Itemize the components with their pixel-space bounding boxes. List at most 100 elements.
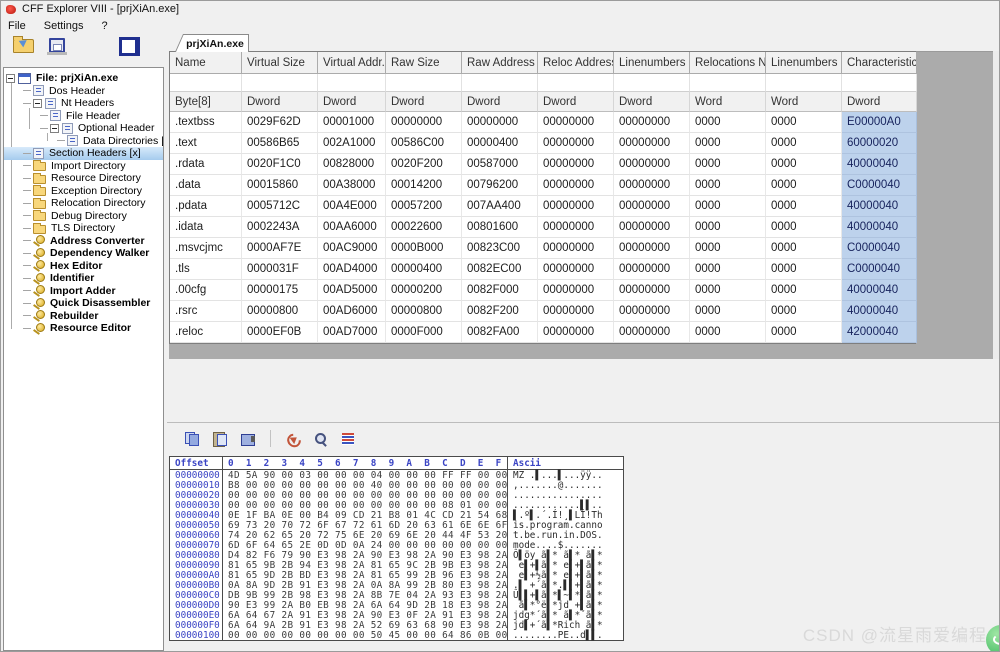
hex-ascii[interactable]: is.program.canno [508, 520, 622, 530]
table-cell[interactable]: 0082F200 [462, 301, 538, 322]
table-cell[interactable]: 0000 [766, 175, 842, 196]
table-cell[interactable]: 0020F200 [386, 154, 462, 175]
table-cell[interactable]: 0000 [690, 196, 766, 217]
hex-ascii[interactable]: MZ .▌...▌...ÿÿ.. [508, 470, 622, 480]
table-cell[interactable]: 00000000 [538, 112, 614, 133]
hex-bytes[interactable]: 0A 8A 9D 2B 91 E3 98 2A 0A 8A 99 2B 80 E… [223, 580, 508, 590]
table-cell[interactable]: 00823C00 [462, 238, 538, 259]
table-cell[interactable]: 00000000 [614, 280, 690, 301]
table-cell[interactable]: 0000 [690, 259, 766, 280]
table-cell[interactable]: 40000040 [842, 217, 917, 238]
table-cell[interactable]: C0000040 [842, 259, 917, 280]
tree-item-import-directory[interactable]: Import Directory [4, 160, 163, 173]
table-cell[interactable]: 00000400 [462, 133, 538, 154]
hex-ascii[interactable]: ,.......@....... [508, 480, 622, 490]
hex-bytes[interactable]: B8 00 00 00 00 00 00 00 40 00 00 00 00 0… [223, 480, 508, 490]
tree-item-resource-directory[interactable]: Resource Directory [4, 172, 163, 185]
table-cell[interactable]: .00cfg [170, 280, 242, 301]
table-cell[interactable]: 00000000 [538, 196, 614, 217]
table-cell[interactable]: 00796200 [462, 175, 538, 196]
hex-ascii[interactable]: Ô▌öy ã▌* ã▌* ã▌* [508, 550, 622, 560]
hex-ascii[interactable]: jdg*´ã▌* ã▌*´ã▌* [508, 610, 622, 620]
table-cell[interactable]: .pdata [170, 196, 242, 217]
table-cell[interactable]: 00000000 [614, 259, 690, 280]
copy-icon[interactable] [185, 432, 199, 446]
table-cell[interactable]: 00000000 [614, 175, 690, 196]
table-cell[interactable]: E00000A0 [842, 112, 917, 133]
table-cell[interactable]: 00000000 [614, 301, 690, 322]
search-icon[interactable] [314, 432, 328, 446]
table-cell[interactable]: 00AC9000 [318, 238, 386, 259]
table-cell[interactable]: 0002243A [242, 217, 318, 238]
table-cell[interactable]: 00000000 [538, 322, 614, 343]
table-cell[interactable]: 0000 [766, 133, 842, 154]
table-cell[interactable]: 00000000 [538, 154, 614, 175]
table-cell[interactable]: 00000175 [242, 280, 318, 301]
tree-item-optional-header[interactable]: Optional Header [4, 122, 163, 135]
table-cell[interactable]: .tls [170, 259, 242, 280]
hex-bytes[interactable]: 6A 64 9A 2B 91 E3 98 2A 52 69 63 68 90 E… [223, 620, 508, 630]
table-cell[interactable]: 00000000 [538, 280, 614, 301]
hex-bytes[interactable]: D4 82 F6 79 90 E3 98 2A 90 E3 98 2A 90 E… [223, 550, 508, 560]
table-cell[interactable]: 0005712C [242, 196, 318, 217]
tree-item-dos-header[interactable]: Dos Header [4, 85, 163, 98]
tree-item-file-header[interactable]: File Header [4, 110, 163, 123]
collapse-toggle[interactable] [33, 99, 42, 108]
write-icon[interactable] [241, 432, 255, 446]
table-cell[interactable]: .textbss [170, 112, 242, 133]
tree-item-hex-editor[interactable]: Hex Editor [4, 260, 163, 273]
table-cell[interactable]: 00AA6000 [318, 217, 386, 238]
tree-item-relocation-directory[interactable]: Relocation Directory [4, 197, 163, 210]
table-cell[interactable]: 42000040 [842, 322, 917, 343]
hex-ascii[interactable]: e▌+▌ã▌* e▌+▌ã▌* [508, 560, 622, 570]
tree-item-nt-headers[interactable]: Nt Headers [4, 97, 163, 110]
table-cell[interactable]: 0000031F [242, 259, 318, 280]
table-cell[interactable]: 00000000 [614, 133, 690, 154]
hex-ascii[interactable]: e▌+½ã▌* e▌+▌ã▌* [508, 570, 622, 580]
table-cell[interactable]: 00587000 [462, 154, 538, 175]
hex-bytes[interactable]: 6D 6F 64 65 2E 0D 0D 0A 24 00 00 00 00 0… [223, 540, 508, 550]
table-cell[interactable]: 0000 [690, 133, 766, 154]
table-cell[interactable]: 00000000 [614, 217, 690, 238]
table-cell[interactable]: 00000000 [538, 217, 614, 238]
table-cell[interactable]: .reloc [170, 322, 242, 343]
table-cell[interactable]: 00000400 [386, 259, 462, 280]
table-cell[interactable]: 00057200 [386, 196, 462, 217]
hex-bytes[interactable]: 4D 5A 90 00 03 00 00 00 04 00 00 00 FF F… [223, 470, 508, 480]
hex-bytes[interactable]: 74 20 62 65 20 72 75 6E 20 69 6E 20 44 4… [223, 530, 508, 540]
column-header-raw-size[interactable]: Raw Size [386, 52, 462, 74]
table-cell[interactable]: 0000AF7E [242, 238, 318, 259]
table-cell[interactable]: 00828000 [318, 154, 386, 175]
cascade-windows-icon[interactable] [119, 37, 140, 56]
table-cell[interactable]: .rdata [170, 154, 242, 175]
table-cell[interactable]: 00000800 [386, 301, 462, 322]
hex-bytes[interactable]: 6A 64 67 2A 91 E3 98 2A 90 E3 0F 2A 91 E… [223, 610, 508, 620]
column-header-reloc-address[interactable]: Reloc Address [538, 52, 614, 74]
hex-bytes[interactable]: 81 65 9B 2B 94 E3 98 2A 81 65 9C 2B 9B E… [223, 560, 508, 570]
hex-ascii[interactable]: .▌ +´ã▌*.▌▌+▌ã▌* [508, 580, 622, 590]
tree-item-section-headers-x[interactable]: Section Headers [x] [4, 147, 163, 160]
table-cell[interactable]: .msvcjmc [170, 238, 242, 259]
tree-item-dependency-walker[interactable]: Dependency Walker [4, 247, 163, 260]
column-header-relocations-n[interactable]: Relocations N... [690, 52, 766, 74]
table-cell[interactable]: 0082F000 [462, 280, 538, 301]
column-header-linenumbers[interactable]: Linenumbers ... [766, 52, 842, 74]
table-cell[interactable]: 007AA400 [462, 196, 538, 217]
table-cell[interactable]: 0082EC00 [462, 259, 538, 280]
paste-icon[interactable] [213, 432, 227, 446]
fill-icon[interactable] [342, 433, 354, 445]
table-cell[interactable]: 00000000 [538, 133, 614, 154]
save-file-icon[interactable] [49, 38, 65, 53]
table-cell[interactable]: .rsrc [170, 301, 242, 322]
table-cell[interactable]: 0000 [766, 301, 842, 322]
column-header-virtual-size[interactable]: Virtual Size [242, 52, 318, 74]
hex-bytes[interactable]: 00 00 00 00 00 00 00 00 00 00 00 00 00 0… [223, 490, 508, 500]
hex-bytes[interactable]: 00 00 00 00 00 00 00 00 50 45 00 00 64 8… [223, 630, 508, 640]
table-cell[interactable]: 0000 [766, 154, 842, 175]
menu-item-settings[interactable]: Settings [44, 20, 84, 32]
hex-bytes[interactable]: DB 9B 99 2B 98 E3 98 2A 8B 7E 04 2A 93 E… [223, 590, 508, 600]
collapse-toggle[interactable] [6, 74, 15, 83]
table-cell[interactable]: 0000 [690, 175, 766, 196]
table-cell[interactable]: .text [170, 133, 242, 154]
table-cell[interactable]: 0082FA00 [462, 322, 538, 343]
